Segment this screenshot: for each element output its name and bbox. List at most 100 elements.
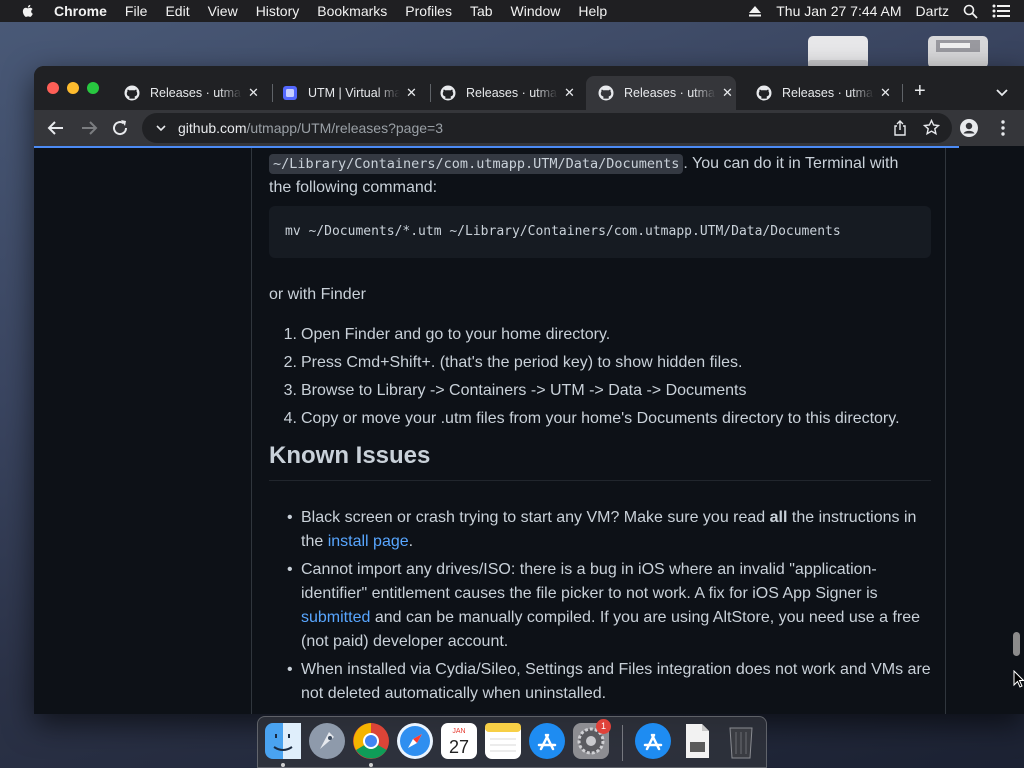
safari-icon[interactable] bbox=[396, 722, 434, 760]
desktop-disk-icon[interactable] bbox=[926, 34, 990, 70]
menu-bookmarks[interactable]: Bookmarks bbox=[317, 3, 387, 19]
file-icon[interactable] bbox=[678, 722, 716, 760]
tab-3[interactable]: Releases · utmapp/UTM ✕ bbox=[428, 76, 578, 110]
notification-badge: 1 bbox=[596, 719, 611, 734]
github-icon bbox=[598, 85, 614, 101]
list-item: Black screen or crash trying to start an… bbox=[269, 506, 931, 554]
running-indicator bbox=[369, 763, 373, 767]
spotlight-search-icon[interactable] bbox=[963, 4, 978, 19]
tab-search-chevron-icon[interactable] bbox=[994, 84, 1010, 100]
browser-toolbar: github.com/utmapp/UTM/releases?page=3 bbox=[34, 110, 1024, 146]
menu-view[interactable]: View bbox=[208, 3, 238, 19]
close-tab-icon[interactable]: ✕ bbox=[722, 85, 733, 101]
list-item: Cannot import any drives/ISO: there is a… bbox=[269, 558, 931, 654]
github-icon bbox=[440, 85, 456, 101]
menu-tab[interactable]: Tab bbox=[470, 3, 493, 19]
new-tab-plus-icon[interactable]: + bbox=[914, 80, 926, 103]
mouse-cursor-icon bbox=[1013, 670, 1024, 688]
scrollbar-thumb[interactable] bbox=[1013, 632, 1020, 656]
zoom-window-button[interactable] bbox=[87, 82, 99, 94]
command-code-block[interactable]: mv ~/Documents/*.utm ~/Library/Container… bbox=[269, 206, 931, 258]
page-content: ~/Library/Containers/com.utmapp.UTM/Data… bbox=[34, 146, 1024, 714]
window-controls bbox=[47, 82, 107, 94]
tab-4-active[interactable]: Releases · utmapp/UTM ✕ bbox=[586, 76, 736, 110]
share-icon[interactable] bbox=[892, 120, 908, 136]
back-arrow-icon[interactable] bbox=[46, 118, 66, 138]
dock: JAN 27 1 bbox=[257, 716, 767, 768]
chrome-icon[interactable] bbox=[352, 722, 390, 760]
known-issues-heading: Known Issues bbox=[269, 441, 931, 481]
finder-paragraph: or with Finder bbox=[269, 286, 366, 303]
close-tab-icon[interactable]: ✕ bbox=[406, 85, 417, 101]
step-text: Press Cmd+Shift+. (that's the period key… bbox=[301, 354, 743, 371]
utm-icon bbox=[283, 86, 297, 100]
release-body: ~/Library/Containers/com.utmapp.UTM/Data… bbox=[251, 146, 946, 714]
tab-title: UTM | Virtual machines bbox=[308, 86, 400, 100]
launchpad-icon[interactable] bbox=[308, 722, 346, 760]
tab-title: Releases · utmapp/UTM bbox=[624, 86, 716, 100]
site-info-chevron-icon[interactable] bbox=[154, 121, 168, 135]
close-tab-icon[interactable]: ✕ bbox=[564, 85, 575, 101]
finder-steps-list: 1. Open Finder and go to your home direct… bbox=[269, 323, 931, 435]
known-issues-list: Black screen or crash trying to start an… bbox=[269, 506, 931, 710]
eject-icon[interactable] bbox=[748, 5, 762, 17]
install-page-link[interactable]: install page bbox=[328, 533, 409, 550]
menu-file[interactable]: File bbox=[125, 3, 148, 19]
notes-icon[interactable] bbox=[484, 722, 522, 760]
issue-text: Cannot import any drives/ISO: there is a… bbox=[301, 561, 878, 602]
close-tab-icon[interactable]: ✕ bbox=[880, 85, 891, 101]
menu-user[interactable]: Dartz bbox=[916, 3, 949, 19]
submitted-link[interactable]: submitted bbox=[301, 609, 370, 626]
calendar-month: JAN bbox=[452, 728, 465, 735]
issue-text: Black screen or crash trying to start an… bbox=[301, 509, 770, 526]
list-item: 2. Press Cmd+Shift+. (that's the period k… bbox=[269, 351, 931, 379]
command-text: mv ~/Documents/*.utm ~/Library/Container… bbox=[285, 224, 841, 239]
more-menu-icon[interactable] bbox=[993, 118, 1013, 138]
address-bar[interactable]: github.com/utmapp/UTM/releases?page=3 bbox=[142, 113, 952, 143]
calendar-icon[interactable]: JAN 27 bbox=[440, 722, 478, 760]
bookmark-star-icon[interactable] bbox=[923, 119, 940, 136]
menu-edit[interactable]: Edit bbox=[165, 3, 189, 19]
tab-title: Releases · utmapp/UTM bbox=[150, 86, 242, 100]
menu-app-chrome[interactable]: Chrome bbox=[54, 3, 107, 19]
menu-window[interactable]: Window bbox=[511, 3, 561, 19]
reload-icon[interactable] bbox=[110, 118, 130, 138]
close-window-button[interactable] bbox=[47, 82, 59, 94]
menu-extras: Thu Jan 27 7:44 AM Dartz bbox=[748, 0, 1024, 22]
close-tab-icon[interactable]: ✕ bbox=[248, 85, 259, 101]
menu-help[interactable]: Help bbox=[578, 3, 607, 19]
app-store-downloads-icon[interactable] bbox=[634, 722, 672, 760]
forward-arrow-icon[interactable] bbox=[79, 118, 99, 138]
list-item: When installed via Cydia/Sileo, Settings… bbox=[269, 658, 931, 706]
step-text: Copy or move your .utm files from your h… bbox=[301, 410, 900, 427]
apple-logo-icon[interactable] bbox=[20, 3, 36, 19]
list-item: 1. Open Finder and go to your home direct… bbox=[269, 323, 931, 351]
list-item: 3. Browse to Library -> Containers -> UTM… bbox=[269, 379, 931, 407]
finder-icon[interactable] bbox=[264, 722, 302, 760]
issue-text: . bbox=[408, 533, 414, 550]
issue-text: and can be manually compiled. If you are… bbox=[301, 609, 921, 650]
menu-clock[interactable]: Thu Jan 27 7:44 AM bbox=[776, 3, 901, 19]
tab-2[interactable]: UTM | Virtual machines ✕ bbox=[270, 76, 420, 110]
minimize-window-button[interactable] bbox=[67, 82, 79, 94]
profile-avatar-icon[interactable] bbox=[959, 118, 979, 138]
page-scrollbar[interactable] bbox=[1008, 146, 1024, 714]
paragraph-text: . You can do it in Terminal with bbox=[683, 155, 899, 172]
desktop-drive-icon[interactable] bbox=[806, 34, 870, 70]
running-indicator bbox=[281, 763, 285, 767]
list-item: 4. Copy or move your .utm files from your… bbox=[269, 407, 931, 435]
tab-title: Releases · utmapp/UTM bbox=[782, 86, 874, 100]
menu-history[interactable]: History bbox=[256, 3, 300, 19]
dock-separator bbox=[622, 725, 623, 761]
calendar-day: 27 bbox=[449, 737, 469, 757]
tab-1[interactable]: Releases · utmapp/UTM ✕ bbox=[112, 76, 262, 110]
menu-bar: Chrome File Edit View History Bookmarks … bbox=[0, 0, 1024, 22]
notification-center-icon[interactable] bbox=[992, 4, 1010, 18]
trash-icon[interactable] bbox=[722, 722, 760, 760]
menu-profiles[interactable]: Profiles bbox=[405, 3, 452, 19]
paragraph-text: the following command: bbox=[269, 179, 438, 196]
tab-5[interactable]: Releases · utmapp/UTM ✕ bbox=[744, 76, 894, 110]
url-path: /utmapp/UTM/releases?page=3 bbox=[246, 120, 443, 136]
step-text: Browse to Library -> Containers -> UTM -… bbox=[301, 382, 747, 399]
app-store-icon[interactable] bbox=[528, 722, 566, 760]
